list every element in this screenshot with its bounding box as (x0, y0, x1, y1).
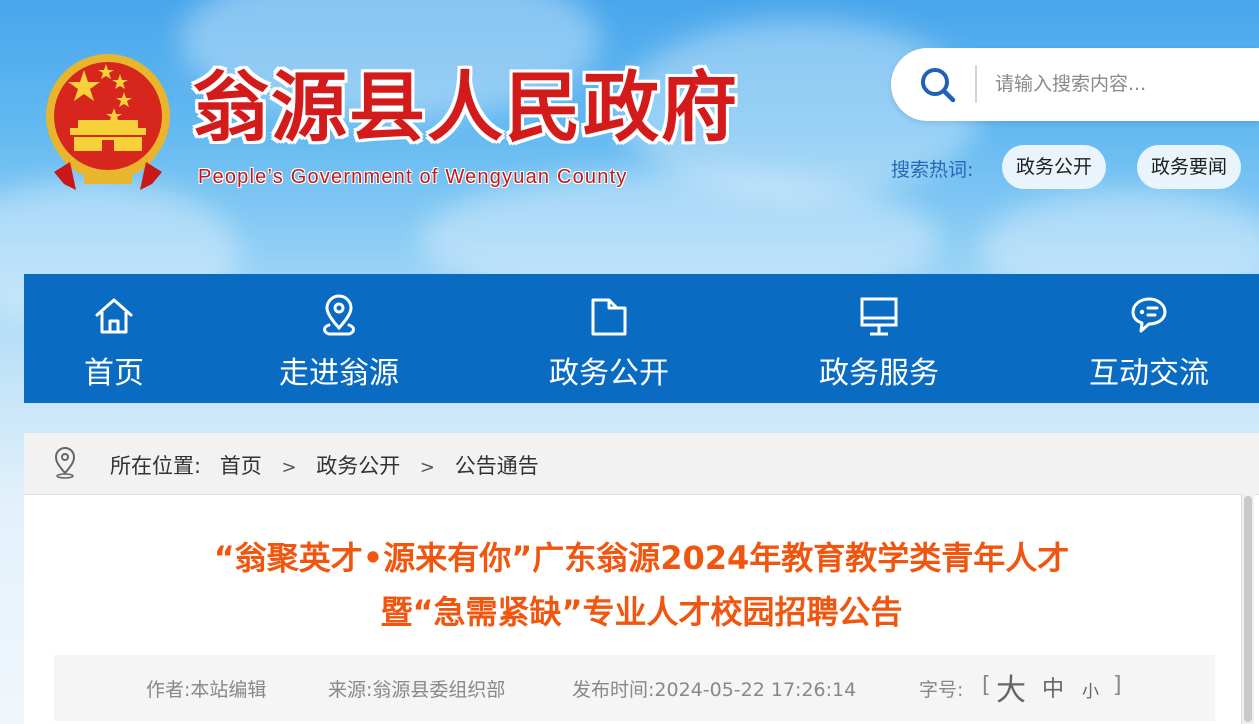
scrollbar-thumb[interactable] (1244, 496, 1252, 722)
breadcrumb-announcements[interactable]: 公告通告 (455, 454, 539, 478)
nav-item-gov-affairs-open[interactable]: 政务公开 (509, 274, 709, 403)
national-emblem-icon (46, 54, 170, 190)
article-title-line1: “翁聚英才•源来有你”广东翁源2024年教育教学类青年人才 (213, 539, 1070, 577)
hot-tag-zhengwu-yaowen[interactable]: 政务要闻 (1137, 145, 1242, 189)
search-divider (975, 65, 977, 103)
font-size-label: 字号: (919, 679, 964, 701)
nav-item-label: 政务公开 (549, 356, 669, 391)
location-pin-icon (54, 447, 76, 479)
font-size-medium-button[interactable]: 中 (1042, 671, 1064, 703)
hot-search-label: 搜索热词: (891, 159, 974, 181)
breadcrumb: 所在位置: 首页 > 政务公开 > 公告通告 (24, 433, 1259, 495)
font-size-bracket-open: [ (982, 673, 991, 698)
breadcrumb-gov-affairs-open[interactable]: 政务公开 (316, 454, 400, 478)
chat-bubble-icon (1131, 297, 1167, 333)
nav-item-home[interactable]: 首页 (24, 274, 204, 403)
article-published-time: 发布时间:2024-05-22 17:26:14 (572, 679, 857, 701)
font-size-small-button[interactable]: 小 (1082, 677, 1099, 702)
breadcrumb-prefix: 所在位置: (110, 454, 202, 478)
breadcrumb-separator: > (281, 457, 297, 478)
home-icon (95, 298, 133, 334)
site-subtitle: People’s Government of Wengyuan County (198, 166, 628, 188)
nav-item-interaction[interactable]: 互动交流 (1049, 274, 1249, 403)
nav-item-label: 首页 (84, 356, 144, 391)
search-input[interactable] (995, 66, 1245, 102)
folder-icon (591, 298, 627, 336)
article-title: “翁聚英才•源来有你”广东翁源2024年教育教学类青年人才 暨“急需紧缺”专业人… (24, 531, 1259, 639)
nav-item-label: 走进翁源 (279, 356, 399, 391)
search-box (891, 48, 1259, 121)
search-icon[interactable] (919, 66, 957, 104)
nav-item-label: 政务服务 (819, 356, 939, 391)
article-meta: 作者:本站编辑 来源:翁源县委组织部 发布时间:2024-05-22 17:26… (54, 655, 1215, 721)
breadcrumb-home[interactable]: 首页 (220, 454, 262, 478)
nav-item-gov-services[interactable]: 政务服务 (779, 274, 979, 403)
breadcrumb-trail: 所在位置: 首页 > 政务公开 > 公告通告 (110, 450, 539, 480)
nav-item-about-wengyuan[interactable]: 走进翁源 (239, 274, 439, 403)
page-scrollbar[interactable] (1241, 494, 1254, 724)
hot-tag-zhengwu-gongkai[interactable]: 政务公开 (1002, 145, 1107, 189)
location-pin-icon (323, 294, 355, 336)
article-title-line2: 暨“急需紧缺”专业人才校园招聘公告 (380, 593, 903, 631)
monitor-icon (860, 297, 898, 336)
breadcrumb-separator: > (419, 457, 436, 478)
article-author: 作者:本站编辑 (146, 679, 267, 701)
article-source: 来源:翁源县委组织部 (328, 679, 506, 701)
font-size-large-button[interactable]: 大 (996, 665, 1026, 709)
font-size-bracket-close: ] (1113, 673, 1122, 698)
main-nav: 首页 走进翁源 政务公开 政务服务 互动交流 (24, 274, 1259, 403)
article-panel: 所在位置: 首页 > 政务公开 > 公告通告 “翁聚英才•源来有你”广东翁源20… (24, 433, 1259, 724)
site-title: 翁源县人民政府 (193, 63, 739, 152)
nav-item-label: 互动交流 (1089, 356, 1209, 391)
